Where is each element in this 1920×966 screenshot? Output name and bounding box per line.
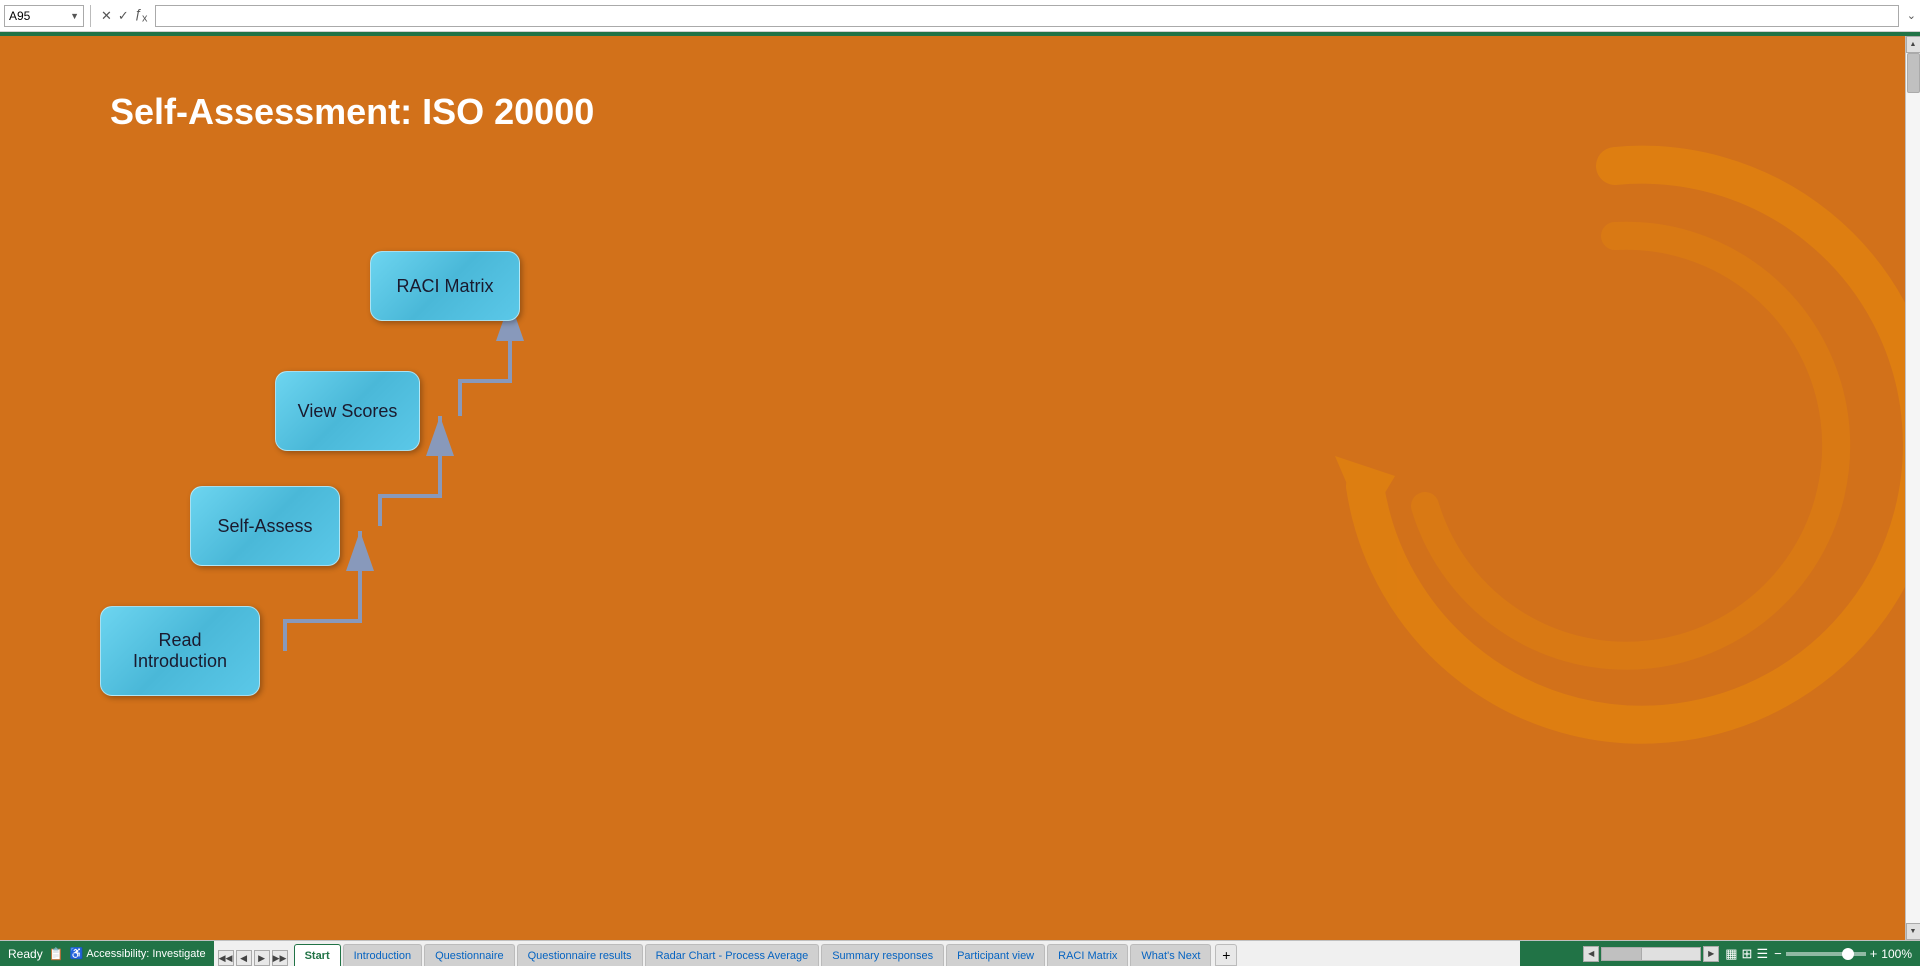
raci-matrix-button[interactable]: RACI Matrix — [370, 251, 520, 321]
tab-whats-next[interactable]: What's Next — [1130, 944, 1211, 966]
scroll-down-button[interactable]: ▼ — [1906, 923, 1920, 940]
zoom-level: 100% — [1881, 947, 1912, 961]
tab-summary-responses[interactable]: Summary responses — [821, 944, 944, 966]
scrollbar-thumb[interactable] — [1907, 53, 1920, 93]
read-introduction-button[interactable]: ReadIntroduction — [100, 606, 260, 696]
tab-introduction-label: Introduction — [354, 950, 411, 962]
sheet-tabs-row: ◀◀ ◀ ▶ ▶▶ Start Introduction Questionnai… — [214, 941, 1520, 966]
accessibility-icon: ♿ — [70, 947, 84, 960]
zoom-slider-thumb[interactable] — [1842, 948, 1854, 960]
scroll-thumb[interactable] — [1602, 948, 1642, 960]
tab-prev-button[interactable]: ◀ — [236, 950, 252, 966]
scrollbar-track — [1906, 53, 1920, 923]
tab-radar-chart-label: Radar Chart - Process Average — [656, 950, 809, 962]
tab-questionnaire-label: Questionnaire — [435, 950, 504, 962]
read-introduction-label: ReadIntroduction — [133, 630, 227, 672]
formula-icons-group: ✕ ✓ ƒx — [101, 6, 147, 25]
cell-reference-box[interactable]: A95 ▼ — [4, 5, 84, 27]
tab-start[interactable]: Start — [294, 944, 341, 966]
tab-raci-matrix-label: RACI Matrix — [1058, 950, 1117, 962]
add-sheet-button[interactable]: + — [1215, 944, 1237, 966]
main-area: Self-Assessment: ISO 20000 R — [0, 36, 1920, 940]
scroll-up-button[interactable]: ▲ — [1906, 36, 1920, 53]
tab-next-button[interactable]: ▶ — [254, 950, 270, 966]
tab-questionnaire-results[interactable]: Questionnaire results — [517, 944, 643, 966]
tab-first-button[interactable]: ◀◀ — [218, 950, 234, 966]
bottom-bar: Ready 📋 ♿ Accessibility: Investigate ◀◀ … — [0, 940, 1920, 966]
ready-status: Ready — [8, 947, 43, 961]
page-break-icon[interactable]: ☰ — [1756, 946, 1768, 962]
formula-input[interactable] — [155, 5, 1898, 27]
zoom-out-icon[interactable]: − — [1774, 946, 1782, 961]
tab-summary-responses-label: Summary responses — [832, 950, 933, 962]
tab-whats-next-label: What's Next — [1141, 950, 1200, 962]
formula-bar-area: A95 ▼ ✕ ✓ ƒx ⌄ — [0, 0, 1920, 32]
accessibility-button[interactable]: ♿ Accessibility: Investigate — [70, 947, 206, 960]
canvas-area: Self-Assessment: ISO 20000 R — [0, 36, 1905, 940]
background-decoration — [1265, 86, 1905, 786]
accessibility-text: Accessibility: Investigate — [86, 948, 205, 960]
view-mode-icons: ▦ ⊞ ☰ — [1725, 946, 1768, 962]
cell-mode-icon: 📋 — [49, 947, 64, 961]
tab-introduction[interactable]: Introduction — [343, 944, 422, 966]
tab-raci-matrix[interactable]: RACI Matrix — [1047, 944, 1128, 966]
page-title: Self-Assessment: ISO 20000 — [110, 91, 594, 133]
zoom-controls: − + 100% — [1774, 946, 1912, 961]
scroll-left-button[interactable]: ◀ — [1583, 946, 1599, 962]
tab-navigation: ◀◀ ◀ ▶ ▶▶ — [218, 950, 288, 966]
cancel-formula-icon[interactable]: ✕ — [101, 8, 112, 24]
zoom-slider[interactable] — [1786, 952, 1866, 956]
self-assess-label: Self-Assess — [217, 516, 312, 537]
cell-ref-dropdown-icon: ▼ — [70, 11, 79, 21]
formula-divider — [90, 5, 91, 27]
scroll-right-button[interactable]: ▶ — [1703, 946, 1719, 962]
cell-reference: A95 — [9, 9, 30, 23]
vertical-scrollbar[interactable]: ▲ ▼ — [1905, 36, 1920, 940]
scroll-track — [1601, 947, 1701, 961]
tab-radar-chart[interactable]: Radar Chart - Process Average — [645, 944, 820, 966]
page-layout-icon[interactable]: ⊞ — [1742, 946, 1753, 962]
tab-participant-view[interactable]: Participant view — [946, 944, 1045, 966]
insert-function-icon[interactable]: ƒx — [135, 6, 148, 25]
raci-matrix-label: RACI Matrix — [396, 276, 493, 297]
horizontal-scrollbar[interactable]: ◀ ▶ — [1583, 946, 1719, 962]
view-scores-button[interactable]: View Scores — [275, 371, 420, 451]
confirm-formula-icon[interactable]: ✓ — [118, 8, 129, 24]
tab-start-label: Start — [305, 950, 330, 962]
tab-questionnaire-results-label: Questionnaire results — [528, 950, 632, 962]
tab-questionnaire[interactable]: Questionnaire — [424, 944, 515, 966]
tab-last-button[interactable]: ▶▶ — [272, 950, 288, 966]
view-scores-label: View Scores — [298, 401, 398, 422]
self-assess-button[interactable]: Self-Assess — [190, 486, 340, 566]
zoom-in-icon[interactable]: + — [1870, 946, 1878, 961]
right-controls: ◀ ▶ ▦ ⊞ ☰ − + 100% — [1520, 941, 1920, 966]
normal-view-icon[interactable]: ▦ — [1725, 946, 1737, 962]
flow-diagram: ReadIntroduction Self-Assess View Scores… — [80, 226, 560, 746]
tab-participant-view-label: Participant view — [957, 950, 1034, 962]
status-area: Ready 📋 ♿ Accessibility: Investigate — [0, 941, 214, 966]
formula-expand-icon[interactable]: ⌄ — [1907, 9, 1916, 22]
